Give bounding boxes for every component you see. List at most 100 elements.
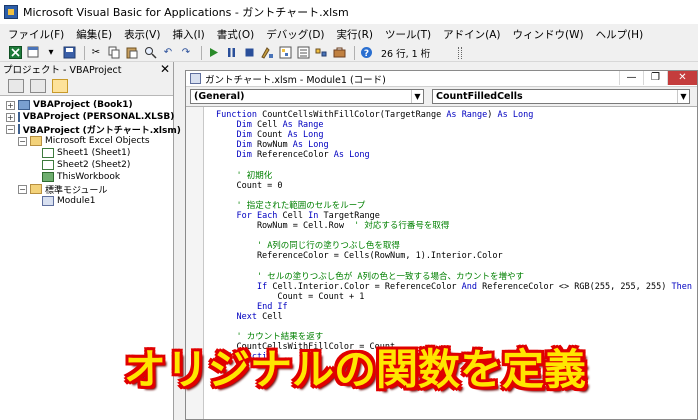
properties-icon[interactable] [296, 46, 310, 60]
object-browser-icon[interactable] [314, 46, 328, 60]
code-line[interactable]: RowNum = Cell.Row ' 対応する行番号を取得 [216, 221, 692, 231]
window-controls: — ❐ ✕ [619, 70, 697, 87]
menu-format[interactable]: 書式(O) [211, 27, 260, 42]
project-tree: + VBAProject (Book1) + VBAProject (PERSO… [0, 96, 181, 207]
code-line[interactable] [216, 160, 692, 170]
window-title: Microsoft Visual Basic for Applications … [23, 6, 349, 19]
code-text[interactable]: Function CountCellsWithFillColor(TargetR… [216, 110, 692, 372]
insert-module-icon[interactable] [26, 46, 40, 60]
code-window-title: ガントチャート.xlsm - Module1 (コード) [205, 74, 386, 86]
code-line[interactable] [216, 231, 692, 241]
caption-overlay: オリジナルの関数を定義 [124, 345, 587, 394]
menu-help[interactable]: ヘルプ(H) [590, 27, 650, 42]
project-explorer-icon[interactable] [278, 46, 292, 60]
code-line[interactable] [216, 191, 692, 201]
close-icon[interactable]: ✕ [667, 70, 697, 85]
object-dropdown[interactable]: (General) ▼ [190, 89, 424, 104]
run-icon[interactable] [206, 46, 220, 60]
code-line[interactable]: ' A列の同じ行の塗りつぶし色を取得 [216, 241, 692, 251]
code-line[interactable]: Dim Count As Long [216, 130, 692, 140]
code-line[interactable]: Dim Cell As Range [216, 120, 692, 130]
code-line[interactable]: ' 指定された範囲のセルをループ [216, 201, 692, 211]
restore-icon[interactable]: ❐ [643, 70, 667, 85]
view-code-button[interactable] [8, 78, 24, 93]
menu-edit[interactable]: 編集(E) [70, 27, 118, 42]
title-bar: Microsoft Visual Basic for Applications … [0, 0, 698, 24]
code-line[interactable] [216, 261, 692, 271]
menu-insert[interactable]: 挿入(I) [166, 27, 210, 42]
reset-icon[interactable] [242, 46, 256, 60]
toolbar-grip[interactable] [458, 46, 462, 59]
project-explorer-header: プロジェクト - VBAProject ✕ [0, 62, 173, 76]
expand-icon[interactable]: + [6, 100, 15, 110]
tree-item-personal[interactable]: + VBAProject (PERSONAL.XLSB) [0, 111, 174, 123]
dropdown-arrow-icon[interactable]: ▾ [44, 46, 58, 60]
undo-icon[interactable]: ↶ [161, 46, 175, 60]
find-icon[interactable] [143, 46, 157, 60]
code-line[interactable]: If Cell.Interior.Color = ReferenceColor … [216, 282, 692, 292]
code-line[interactable]: Next Cell [216, 312, 692, 322]
toolbar-separator [354, 45, 355, 60]
tree-item-sheet2[interactable]: Sheet2 (Sheet2) [0, 159, 173, 171]
code-line[interactable]: Dim ReferenceColor As Long [216, 150, 692, 160]
tree-item-thisworkbook[interactable]: ThisWorkbook [0, 171, 173, 183]
help-icon[interactable]: ? [359, 46, 373, 60]
collapse-icon[interactable]: − [18, 136, 27, 146]
cut-icon[interactable]: ✂ [89, 46, 103, 60]
menu-bar: ファイル(F) 編集(E) 表示(V) 挿入(I) 書式(O) デバッグ(D) … [0, 24, 698, 44]
vba-project-icon [17, 112, 20, 122]
workbook-icon [42, 172, 54, 182]
minimize-icon[interactable]: — [619, 70, 643, 85]
toolbox-icon[interactable] [332, 46, 346, 60]
excel-icon[interactable] [8, 46, 22, 60]
code-line[interactable]: Count = Count + 1 [216, 292, 692, 302]
menu-window[interactable]: ウィンドウ(W) [507, 27, 590, 42]
vba-project-icon [18, 100, 30, 110]
code-line[interactable]: Function CountCellsWithFillColor(TargetR… [216, 110, 692, 120]
tree-item-module1[interactable]: Module1 [0, 195, 173, 207]
paste-icon[interactable] [125, 46, 139, 60]
menu-view[interactable]: 表示(V) [118, 27, 166, 42]
design-mode-icon[interactable] [260, 46, 274, 60]
collapse-icon[interactable]: − [6, 124, 15, 134]
code-line[interactable]: ' 初期化 [216, 171, 692, 181]
close-icon[interactable]: ✕ [160, 63, 170, 75]
menu-addins[interactable]: アドイン(A) [437, 27, 506, 42]
save-icon[interactable] [62, 46, 76, 60]
chevron-down-icon[interactable]: ▼ [411, 90, 423, 103]
menu-debug[interactable]: デバッグ(D) [260, 27, 330, 42]
menu-file[interactable]: ファイル(F) [2, 27, 70, 42]
tree-item-sheet1[interactable]: Sheet1 (Sheet1) [0, 147, 173, 159]
menu-run[interactable]: 実行(R) [331, 27, 380, 42]
vba-app-icon [4, 5, 18, 19]
tree-item-modules[interactable]: − 標準モジュール [0, 183, 173, 196]
module-icon [190, 73, 201, 84]
code-line[interactable]: Dim RowNum As Long [216, 140, 692, 150]
sheet-icon [42, 160, 54, 170]
svg-text:?: ? [363, 49, 368, 59]
toolbar-separator [201, 45, 202, 60]
project-explorer-title: プロジェクト - VBAProject [3, 65, 122, 76]
code-line[interactable]: ' セルの塗りつぶし色が A列の色と一致する場合、カウントを増やす [216, 272, 692, 282]
tree-item-excel-objects[interactable]: − Microsoft Excel Objects [0, 135, 173, 147]
chevron-down-icon[interactable]: ▼ [677, 90, 689, 103]
standard-toolbar: ▾ ✂ ↶ ↷ ? 26 行, 1 桁 [0, 44, 698, 62]
redo-icon[interactable]: ↷ [179, 46, 193, 60]
cursor-position: 26 行, 1 桁 [381, 48, 431, 60]
code-line[interactable]: Count = 0 [216, 181, 692, 191]
tree-item-book1[interactable]: + VBAProject (Book1) [0, 99, 173, 111]
copy-icon[interactable] [107, 46, 121, 60]
expand-icon[interactable]: + [6, 112, 15, 122]
project-explorer-tools [0, 76, 173, 96]
tree-item-gantt[interactable]: − VBAProject (ガントチャート.xlsm) [0, 123, 181, 136]
toggle-folders-button[interactable] [52, 78, 68, 93]
code-line[interactable]: For Each Cell In TargetRange [216, 211, 692, 221]
procedure-dropdown[interactable]: CountFilledCells ▼ [432, 89, 690, 104]
break-icon[interactable] [224, 46, 238, 60]
menu-tools[interactable]: ツール(T) [379, 27, 437, 42]
code-line[interactable]: ReferenceColor = Cells(RowNum, 1).Interi… [216, 251, 692, 261]
collapse-icon[interactable]: − [18, 184, 27, 194]
code-line[interactable]: End If [216, 302, 692, 312]
code-line[interactable] [216, 322, 692, 332]
view-object-button[interactable] [30, 78, 46, 93]
